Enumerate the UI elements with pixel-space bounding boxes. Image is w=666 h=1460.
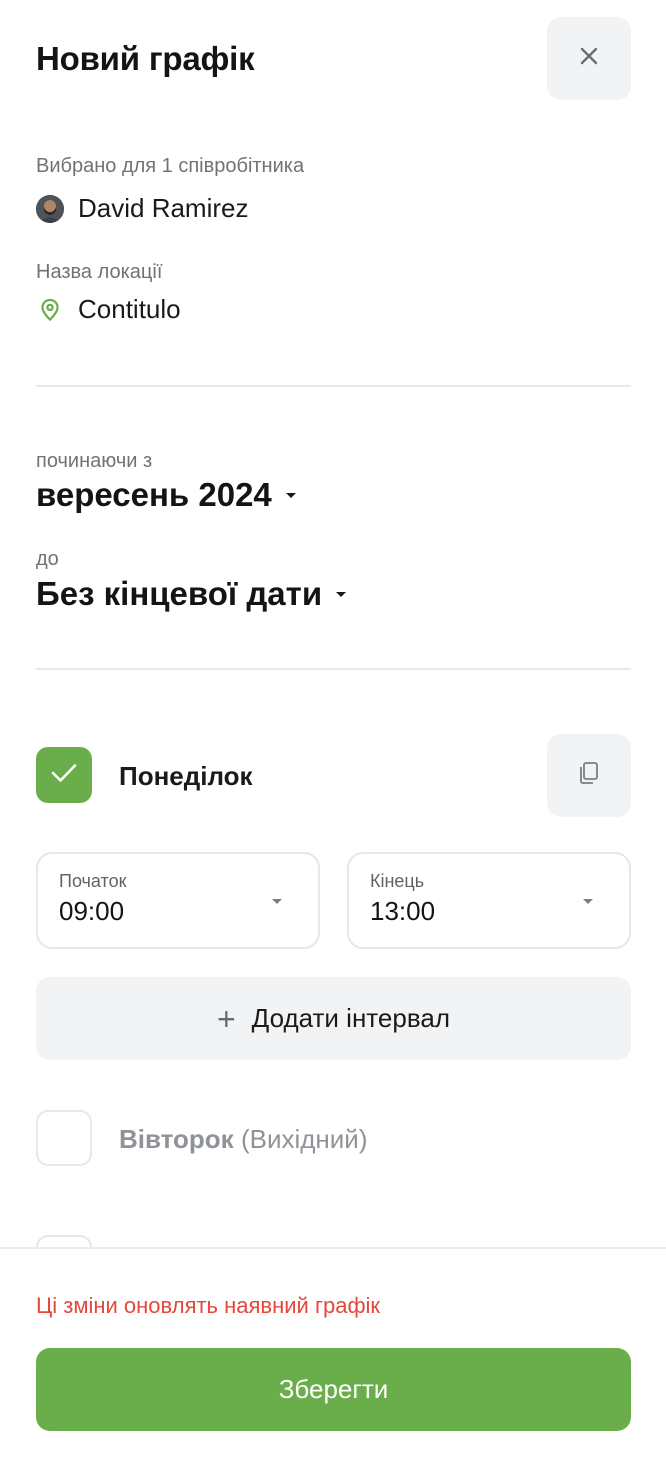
footer: Ці зміни оновлять наявний графік Зберегт… bbox=[0, 1247, 666, 1460]
page-title: Новий графік bbox=[36, 40, 255, 77]
close-button[interactable] bbox=[547, 17, 631, 100]
save-button[interactable]: Зберегти bbox=[36, 1348, 631, 1431]
copy-icon bbox=[578, 761, 600, 790]
plus-icon: + bbox=[216, 1000, 236, 1037]
location-name: Contitulo bbox=[78, 294, 181, 324]
end-date-value: Без кінцевої дати bbox=[36, 575, 323, 612]
location-label: Назва локації bbox=[36, 261, 163, 283]
end-time-value: 13:00 bbox=[370, 896, 436, 926]
new-schedule-panel: Новий графік Вибрано для 1 співробітника… bbox=[0, 0, 666, 1460]
day-label-tuesday: Вівторок (Вихідний) bbox=[119, 1124, 367, 1155]
day-name-tuesday: Вівторок bbox=[119, 1124, 234, 1154]
employee-row: David Ramirez bbox=[36, 193, 249, 224]
start-date-label: починаючи з bbox=[36, 450, 153, 472]
chevron-down-icon bbox=[272, 899, 282, 904]
day-checkbox-tuesday[interactable] bbox=[36, 1110, 92, 1166]
day-label-monday: Понеділок bbox=[119, 761, 253, 791]
end-time-label: Кінець bbox=[370, 871, 425, 891]
start-time-select[interactable]: Початок 09:00 bbox=[36, 852, 320, 949]
close-icon bbox=[580, 47, 598, 70]
map-pin-icon bbox=[36, 298, 64, 322]
location-row: Contitulo bbox=[36, 294, 181, 325]
day-off-note: (Вихідний) bbox=[240, 1124, 368, 1154]
update-warning: Ці зміни оновлять наявний графік bbox=[36, 1293, 381, 1318]
avatar bbox=[36, 194, 64, 223]
copy-schedule-button[interactable] bbox=[547, 734, 631, 817]
start-time-label: Початок bbox=[59, 871, 127, 891]
employee-selection-label: Вибрано для 1 співробітника bbox=[36, 155, 305, 177]
chevron-down-icon bbox=[285, 492, 296, 498]
end-date-label: до bbox=[36, 548, 59, 570]
chevron-down-icon bbox=[336, 591, 347, 597]
end-time-select[interactable]: Кінець 13:00 bbox=[347, 852, 631, 949]
day-checkbox-monday[interactable] bbox=[36, 747, 92, 803]
check-icon bbox=[50, 762, 78, 789]
start-time-value: 09:00 bbox=[59, 896, 125, 926]
employee-name: David Ramirez bbox=[78, 193, 249, 223]
start-date-value: вересень 2024 bbox=[36, 476, 272, 513]
end-date-select[interactable]: Без кінцевої дати bbox=[36, 575, 347, 613]
divider bbox=[36, 385, 631, 387]
divider bbox=[36, 668, 631, 670]
start-date-select[interactable]: вересень 2024 bbox=[36, 476, 296, 514]
add-interval-button[interactable]: + Додати інтервал bbox=[36, 977, 631, 1060]
chevron-down-icon bbox=[583, 899, 593, 904]
add-interval-label: Додати інтервал bbox=[251, 1003, 450, 1033]
